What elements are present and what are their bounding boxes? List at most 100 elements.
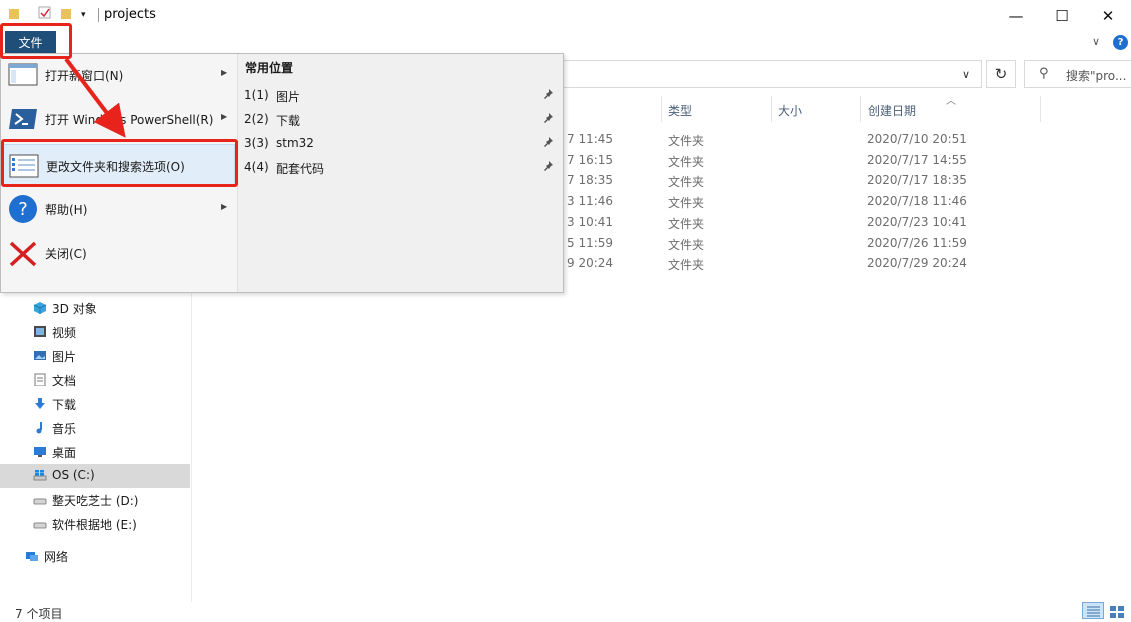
window-title: projects (104, 7, 156, 22)
pin-icon[interactable] (543, 160, 554, 174)
folder-icon (8, 6, 20, 24)
new-window-icon (8, 63, 38, 90)
column-header-size[interactable]: 大小 (778, 102, 802, 119)
frequent-place-number: 2(2) (244, 112, 269, 126)
file-menu-item[interactable]: 关闭(C) (3, 232, 235, 274)
sort-ascending-icon: ︿ (946, 96, 956, 107)
file-menu-item-label: 关闭(C) (45, 247, 87, 261)
nav-item-network[interactable]: 网络 (0, 544, 182, 568)
row-created: 2020/7/29 20:24 (867, 256, 967, 271)
submenu-arrow-icon: ▶ (221, 68, 228, 77)
large-icons-view-button[interactable] (1108, 604, 1126, 618)
close-window-button[interactable]: ✕ (1085, 0, 1131, 31)
row-modified: 7 18:35 (567, 173, 614, 188)
row-modified: 3 11:46 (567, 194, 614, 209)
help-circle-icon[interactable]: ? (1113, 35, 1128, 50)
file-menu-item[interactable]: ? 帮助(H) ▶ (3, 188, 235, 230)
frequent-place-number: 4(4) (244, 160, 269, 174)
table-row[interactable]: 5 11:59 文件夹 2020/7/26 11:59 (560, 233, 1030, 254)
status-bar: 7 个项目 (0, 602, 1131, 621)
row-created: 2020/7/23 10:41 (867, 214, 967, 229)
pictures-icon (33, 349, 47, 362)
nav-item[interactable]: 软件根据地 (E:) (0, 512, 190, 536)
nav-item-label: 文档 (52, 374, 77, 388)
frequent-places-title: 常用位置 (245, 61, 294, 75)
row-created: 2020/7/10 20:51 (867, 132, 967, 146)
powershell-icon (8, 107, 38, 134)
search-input[interactable]: ⚲ 搜索"pro... (1024, 60, 1131, 88)
downloads-icon (33, 397, 47, 410)
row-type: 文件夹 (668, 134, 705, 148)
pin-icon[interactable] (543, 112, 554, 126)
music-icon (33, 421, 47, 434)
minimize-button[interactable]: — (993, 0, 1039, 31)
row-modified: 7 11:45 (567, 132, 614, 146)
ribbon: ∨ ? (0, 31, 1131, 55)
nav-item[interactable]: 图片 (0, 344, 190, 368)
table-row[interactable]: 3 11:46 文件夹 2020/7/18 11:46 (560, 191, 1030, 212)
nav-item-label: 软件根据地 (E:) (52, 518, 137, 532)
drive-c-icon (33, 469, 47, 482)
frequent-place-item[interactable]: 1(1) 图片 (238, 84, 564, 108)
row-type: 文件夹 (668, 237, 705, 252)
frequent-place-name: 配套代码 (276, 162, 325, 176)
submenu-arrow-icon: ▶ (221, 112, 228, 121)
nav-item[interactable]: 整天吃芝士 (D:) (0, 488, 190, 512)
3d-objects-icon (33, 301, 47, 314)
row-type: 文件夹 (668, 196, 705, 211)
nav-item-label: 下载 (52, 398, 77, 412)
column-header-created[interactable]: 创建日期 (868, 102, 916, 119)
row-modified: 9 20:24 (567, 256, 614, 271)
nav-item-label: 3D 对象 (52, 302, 97, 316)
frequent-place-item[interactable]: 2(2) 下载 (238, 108, 564, 132)
frequent-place-name: 下载 (276, 114, 301, 128)
navigation-pane: 3D 对象视频图片文档下载音乐 桌面 OS (C:) 整天吃芝士 (D:) 软件根据地 … (0, 292, 192, 602)
new-folder-icon[interactable] (60, 6, 72, 24)
search-icon: ⚲ (1039, 66, 1049, 81)
documents-icon (33, 373, 47, 387)
nav-item[interactable]: OS (C:) (0, 464, 190, 488)
nav-item-label: 整天吃芝士 (D:) (52, 494, 139, 508)
nav-item-label: 图片 (52, 350, 77, 364)
row-created: 2020/7/17 18:35 (867, 173, 967, 188)
table-row[interactable]: 7 11:45 文件夹 2020/7/10 20:51 (560, 129, 1030, 150)
frequent-place-item[interactable]: 4(4) 配套代码 (238, 156, 564, 180)
address-dropdown-icon[interactable]: ∨ (962, 68, 970, 81)
row-modified: 7 16:15 (567, 152, 614, 167)
refresh-button[interactable]: ↻ (986, 60, 1016, 88)
nav-item[interactable]: 下载 (0, 392, 190, 416)
frequent-place-item[interactable]: 3(3) stm32 (238, 132, 564, 156)
table-row[interactable]: 7 18:35 文件夹 2020/7/17 18:35 (560, 170, 1030, 191)
annotation-box-file-tab (0, 23, 72, 59)
nav-item[interactable]: 桌面 (0, 440, 190, 464)
row-type: 文件夹 (668, 216, 705, 231)
column-divider[interactable] (1040, 96, 1041, 122)
title-bar: ▾ projects — ☐ ✕ (0, 0, 1131, 31)
column-header-type[interactable]: 类型 (668, 102, 692, 119)
column-divider[interactable] (771, 96, 772, 122)
nav-item[interactable]: 文档 (0, 368, 190, 392)
column-divider[interactable] (661, 96, 662, 122)
ribbon-expand-icon[interactable]: ∨ (1092, 35, 1100, 48)
table-row[interactable]: 7 16:15 文件夹 2020/7/17 14:55 (560, 150, 1030, 171)
nav-item[interactable]: 视频 (0, 320, 190, 344)
network-icon (25, 549, 39, 562)
details-view-button[interactable] (1082, 602, 1104, 619)
pin-icon[interactable] (543, 88, 554, 102)
row-modified: 5 11:59 (567, 235, 614, 250)
maximize-button[interactable]: ☐ (1039, 0, 1085, 31)
pin-icon[interactable] (543, 136, 554, 150)
nav-item[interactable]: 音乐 (0, 416, 190, 440)
properties-check-icon[interactable] (38, 6, 52, 24)
column-divider[interactable] (860, 96, 861, 122)
customize-toolbar-icon[interactable]: ▾ (81, 10, 86, 20)
nav-item-label: OS (C:) (52, 468, 95, 482)
nav-item-label: 视频 (52, 326, 77, 340)
svg-text:?: ? (18, 199, 28, 220)
desktop-icon (33, 445, 47, 458)
table-row[interactable]: 9 20:24 文件夹 2020/7/29 20:24 (560, 253, 1030, 274)
address-bar[interactable] (560, 60, 982, 88)
table-row[interactable]: 3 10:41 文件夹 2020/7/23 10:41 (560, 212, 1030, 233)
nav-item[interactable]: 3D 对象 (0, 296, 190, 320)
frequent-place-number: 3(3) (244, 136, 269, 150)
